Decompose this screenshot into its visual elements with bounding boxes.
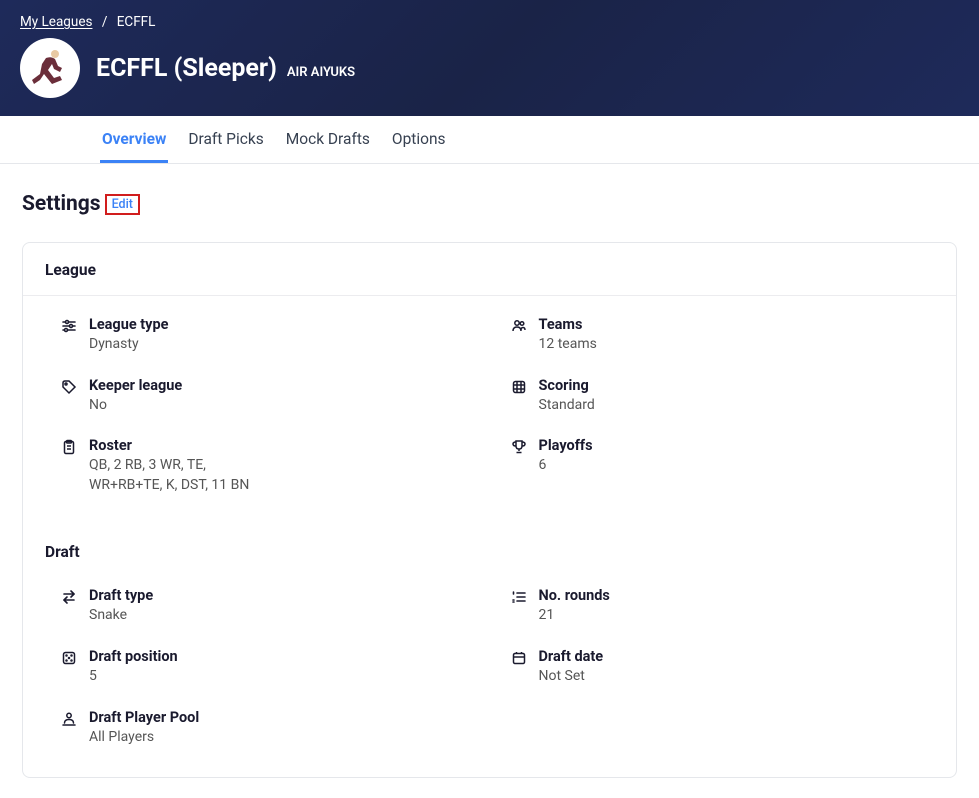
tag-icon: [61, 379, 77, 395]
tab-overview[interactable]: Overview: [100, 116, 168, 163]
clipboard-icon: [61, 439, 77, 455]
setting-keeper: Keeper league No: [45, 377, 485, 416]
player-pool-label: Draft Player Pool: [89, 709, 485, 726]
draft-type-label: Draft type: [89, 587, 485, 604]
setting-league-type: League type Dynasty: [45, 316, 485, 355]
calendar-icon: [511, 650, 527, 666]
scoring-value: Standard: [539, 396, 935, 416]
keeper-label: Keeper league: [89, 377, 485, 394]
sliders-icon: [61, 318, 77, 334]
settings-header: Settings Edit: [22, 192, 957, 216]
roster-label: Roster: [89, 437, 485, 454]
league-title-wrapper: ECFFL (Sleeper) AIR AIYUKS: [96, 54, 355, 83]
league-avatar[interactable]: [20, 38, 80, 98]
setting-no-rounds: No. rounds 21: [495, 587, 935, 626]
edit-link[interactable]: Edit: [105, 194, 140, 215]
setting-player-pool: Draft Player Pool All Players: [45, 709, 485, 748]
tabs-row: Overview Draft Picks Mock Drafts Options: [0, 116, 979, 164]
settings-card: League League type Dynasty: [22, 242, 957, 778]
player-icon: [61, 711, 77, 727]
position-icon: [61, 650, 77, 666]
settings-title: Settings: [22, 192, 101, 216]
draft-settings-grid: Draft type Snake No. rounds 21: [23, 567, 956, 777]
draft-date-value: Not Set: [539, 667, 935, 687]
setting-draft-type: Draft type Snake: [45, 587, 485, 626]
setting-teams: Teams 12 teams: [495, 316, 935, 355]
tab-options[interactable]: Options: [390, 116, 448, 163]
section-league-title: League: [23, 243, 956, 296]
teams-value: 12 teams: [539, 335, 935, 355]
keeper-value: No: [89, 396, 485, 416]
breadcrumb-current: ECFFL: [117, 14, 156, 30]
setting-draft-position: Draft position 5: [45, 648, 485, 687]
tab-draft-picks[interactable]: Draft Picks: [186, 116, 265, 163]
setting-playoffs: Playoffs 6: [495, 437, 935, 495]
league-title: ECFFL (Sleeper): [96, 54, 277, 83]
draft-position-label: Draft position: [89, 648, 485, 665]
avatar-runner-icon: [26, 44, 74, 92]
league-settings-grid: League type Dynasty Teams 12 teams: [23, 296, 956, 525]
no-rounds-value: 21: [539, 606, 935, 626]
playoffs-value: 6: [539, 456, 935, 476]
scoring-label: Scoring: [539, 377, 935, 394]
breadcrumb-separator: /: [102, 14, 108, 30]
grid-icon: [511, 379, 527, 395]
breadcrumb-my-leagues[interactable]: My Leagues: [20, 14, 92, 30]
setting-draft-date: Draft date Not Set: [495, 648, 935, 687]
section-draft-title: Draft: [23, 525, 956, 567]
tabs: Overview Draft Picks Mock Drafts Options: [0, 116, 979, 163]
no-rounds-label: No. rounds: [539, 587, 935, 604]
league-type-value: Dynasty: [89, 335, 485, 355]
draft-type-value: Snake: [89, 606, 485, 626]
content: Settings Edit League League type Dynasty: [0, 164, 979, 798]
league-type-label: League type: [89, 316, 485, 333]
tab-mock-drafts[interactable]: Mock Drafts: [284, 116, 372, 163]
setting-scoring: Scoring Standard: [495, 377, 935, 416]
trophy-icon: [511, 439, 527, 455]
list-numbered-icon: [511, 589, 527, 605]
draft-position-value: 5: [89, 667, 485, 687]
league-subtitle: AIR AIYUKS: [287, 65, 355, 80]
player-pool-value: All Players: [89, 728, 485, 748]
users-icon: [511, 318, 527, 334]
draft-date-label: Draft date: [539, 648, 935, 665]
setting-roster: Roster QB, 2 RB, 3 WR, TE, WR+RB+TE, K, …: [45, 437, 485, 495]
swap-icon: [61, 589, 77, 605]
roster-value: QB, 2 RB, 3 WR, TE, WR+RB+TE, K, DST, 11…: [89, 456, 269, 495]
playoffs-label: Playoffs: [539, 437, 935, 454]
title-row: ECFFL (Sleeper) AIR AIYUKS: [0, 38, 979, 116]
breadcrumb: My Leagues / ECFFL: [0, 14, 979, 38]
teams-label: Teams: [539, 316, 935, 333]
header: My Leagues / ECFFL ECFFL (Sleeper) AIR A…: [0, 0, 979, 116]
